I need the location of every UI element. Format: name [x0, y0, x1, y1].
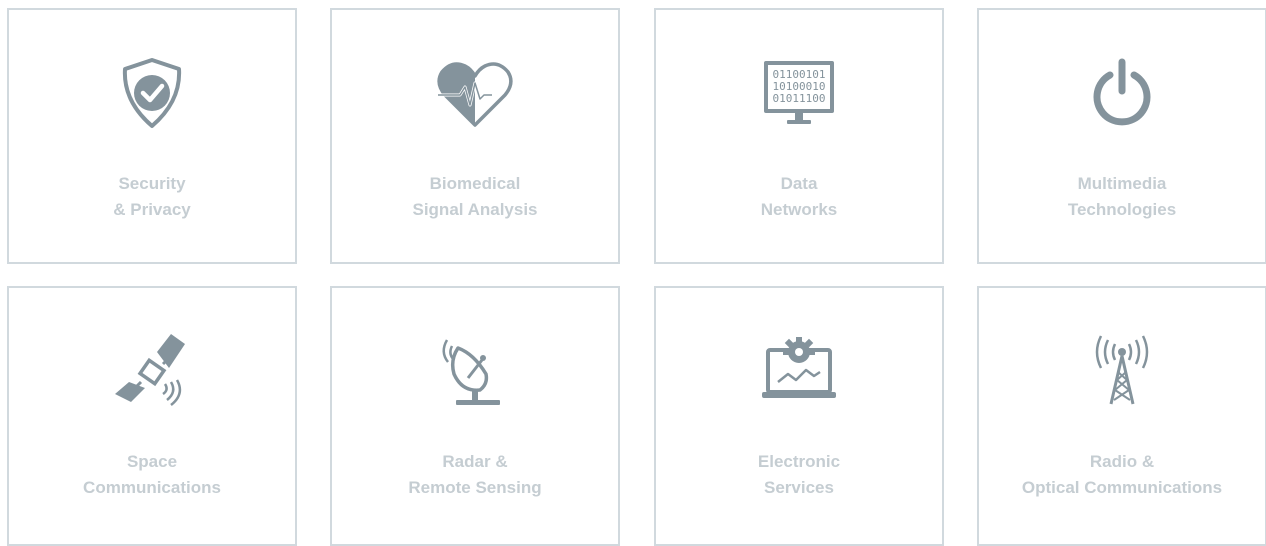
research-areas-grid: Security & Privacy Biomedical Signal Ana…: [0, 0, 1266, 546]
card-label: Biomedical Signal Analysis: [332, 171, 618, 223]
card-title-line1: Radar &: [442, 452, 508, 471]
binary-monitor-icon: 01100101 10100010 01011100: [754, 55, 844, 135]
card-title-line1: Security: [118, 174, 186, 193]
card-title-line1: Multimedia: [1077, 174, 1167, 193]
card-title-line1: Electronic: [757, 452, 841, 471]
satellite-icon: [107, 330, 197, 410]
card-label: Multimedia Technologies: [979, 171, 1265, 223]
shield-check-icon: [107, 55, 197, 135]
card-multimedia-technologies[interactable]: Multimedia Technologies: [977, 8, 1266, 264]
card-radio-optical-communications[interactable]: Radio & Optical Communications: [977, 286, 1266, 546]
card-space-communications[interactable]: Space Communications: [7, 286, 297, 546]
card-label: Security & Privacy: [9, 171, 295, 223]
card-title-line1: Data: [780, 174, 818, 193]
radar-dish-icon: [430, 330, 520, 410]
heart-pulse-icon: [430, 55, 520, 135]
card-title-line2: Remote Sensing: [408, 478, 542, 497]
card-label: Space Communications: [9, 449, 295, 501]
card-title-line2: Networks: [760, 200, 838, 219]
card-radar-remote-sensing[interactable]: Radar & Remote Sensing: [330, 286, 620, 546]
card-label: Radar & Remote Sensing: [332, 449, 618, 501]
card-label: Data Networks: [656, 171, 942, 223]
binary-row: 01011100: [773, 92, 826, 105]
card-title-line2: Optical Communications: [1021, 478, 1223, 497]
power-icon: [1077, 55, 1167, 135]
card-label: Electronic Services: [656, 449, 942, 501]
card-biomedical-signal-analysis[interactable]: Biomedical Signal Analysis: [330, 8, 620, 264]
card-electronic-services[interactable]: Electronic Services: [654, 286, 944, 546]
card-title-line2: Services: [764, 478, 834, 497]
card-title-line1: Biomedical: [429, 174, 521, 193]
laptop-gear-icon: [754, 330, 844, 410]
card-title-line2: & Privacy: [113, 200, 191, 219]
card-security-privacy[interactable]: Security & Privacy: [7, 8, 297, 264]
card-title-line1: Space: [126, 452, 178, 471]
card-title-line1: Radio &: [1089, 452, 1155, 471]
card-title-line2: Technologies: [1067, 200, 1177, 219]
card-label: Radio & Optical Communications: [979, 449, 1265, 501]
card-title-line2: Signal Analysis: [412, 200, 538, 219]
radio-tower-icon: [1077, 330, 1167, 410]
card-title-line2: Communications: [83, 478, 221, 497]
card-data-networks[interactable]: 01100101 10100010 01011100 Data Networks: [654, 8, 944, 264]
